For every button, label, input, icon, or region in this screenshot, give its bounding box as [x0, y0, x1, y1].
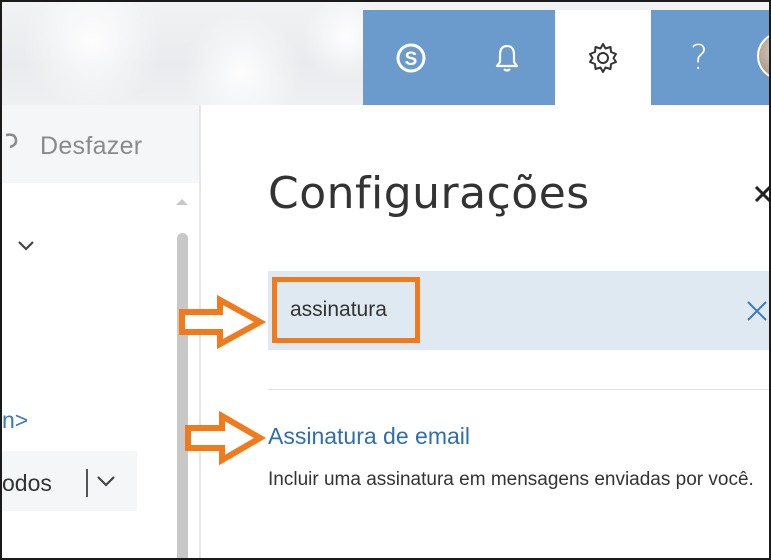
banner-decoration — [22, 2, 162, 105]
svg-text:S: S — [405, 49, 418, 70]
undo-button-label[interactable]: Desfazer — [40, 132, 142, 161]
chevron-down-icon[interactable] — [16, 239, 36, 253]
divider — [268, 389, 769, 390]
app-window: S ? Desfazer n> odos Configurações assin… — [0, 0, 771, 560]
profile-button[interactable] — [747, 10, 769, 105]
settings-title: Configurações — [268, 168, 590, 219]
email-signature-result-description: Incluir uma assinatura em mensagens envi… — [268, 469, 754, 490]
clear-search-icon[interactable] — [745, 299, 769, 323]
settings-button[interactable] — [555, 10, 651, 105]
undo-bar[interactable]: Desfazer — [2, 105, 199, 183]
filter-all-label[interactable]: odos — [2, 470, 52, 497]
divider — [86, 469, 88, 497]
avatar — [757, 32, 769, 80]
scroll-up-arrow-icon[interactable] — [174, 197, 190, 207]
help-icon: ? — [689, 37, 709, 78]
undo-icon — [5, 133, 18, 149]
skype-icon: S — [396, 43, 426, 72]
annotation-arrow-icon — [179, 294, 267, 350]
bell-icon — [495, 44, 519, 72]
close-icon[interactable] — [754, 185, 771, 203]
header-banner: S ? — [2, 2, 769, 105]
notifications-button[interactable] — [459, 10, 555, 105]
annotation-arrow-icon — [185, 410, 266, 466]
help-button[interactable]: ? — [651, 10, 747, 105]
banner-decoration — [182, 12, 302, 105]
highlight-box — [272, 277, 420, 343]
mail-list-pane: Desfazer n> odos — [2, 105, 199, 558]
chevron-down-icon[interactable] — [95, 474, 117, 488]
filter-bar: odos — [2, 451, 137, 511]
gear-icon — [589, 42, 617, 73]
settings-panel: Configurações assinatura Assinatura de e… — [201, 105, 769, 558]
email-signature-result-link[interactable]: Assinatura de email — [268, 423, 470, 450]
scrollbar-thumb[interactable] — [177, 233, 188, 558]
filter-link[interactable]: n> — [2, 407, 28, 434]
skype-button[interactable]: S — [363, 10, 459, 105]
